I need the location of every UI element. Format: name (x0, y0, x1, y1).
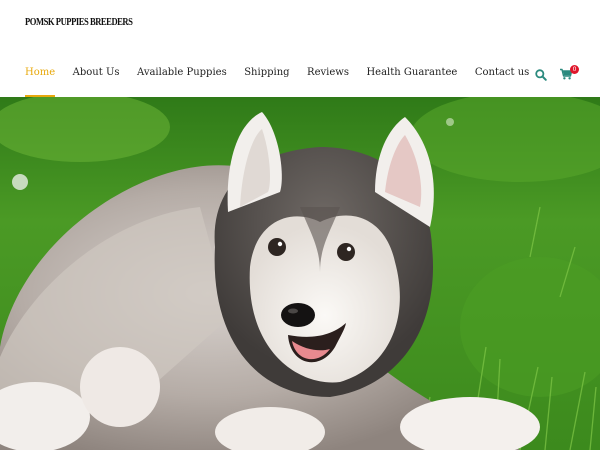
husky-puppy-image (0, 97, 600, 450)
search-icon (535, 69, 547, 81)
nav-contact-us[interactable]: Contact us (475, 66, 529, 80)
site-header: POMSK PUPPIES BREEDERS Home About Us Ava… (0, 0, 600, 97)
search-button[interactable] (534, 67, 548, 81)
nav-reviews[interactable]: Reviews (307, 66, 349, 80)
main-nav: Home About Us Available Puppies Shipping… (25, 66, 547, 97)
nav-about-us[interactable]: About Us (73, 66, 120, 80)
nav-home[interactable]: Home (25, 66, 56, 97)
nav-health-guarantee[interactable]: Health Guarantee (366, 66, 457, 80)
hero-image (0, 97, 600, 450)
nav-available-puppies[interactable]: Available Puppies (137, 66, 227, 80)
nav-shipping[interactable]: Shipping (244, 66, 289, 80)
site-logo[interactable]: POMSK PUPPIES BREEDERS (25, 16, 133, 28)
cart-count-badge: 0 (570, 65, 579, 74)
